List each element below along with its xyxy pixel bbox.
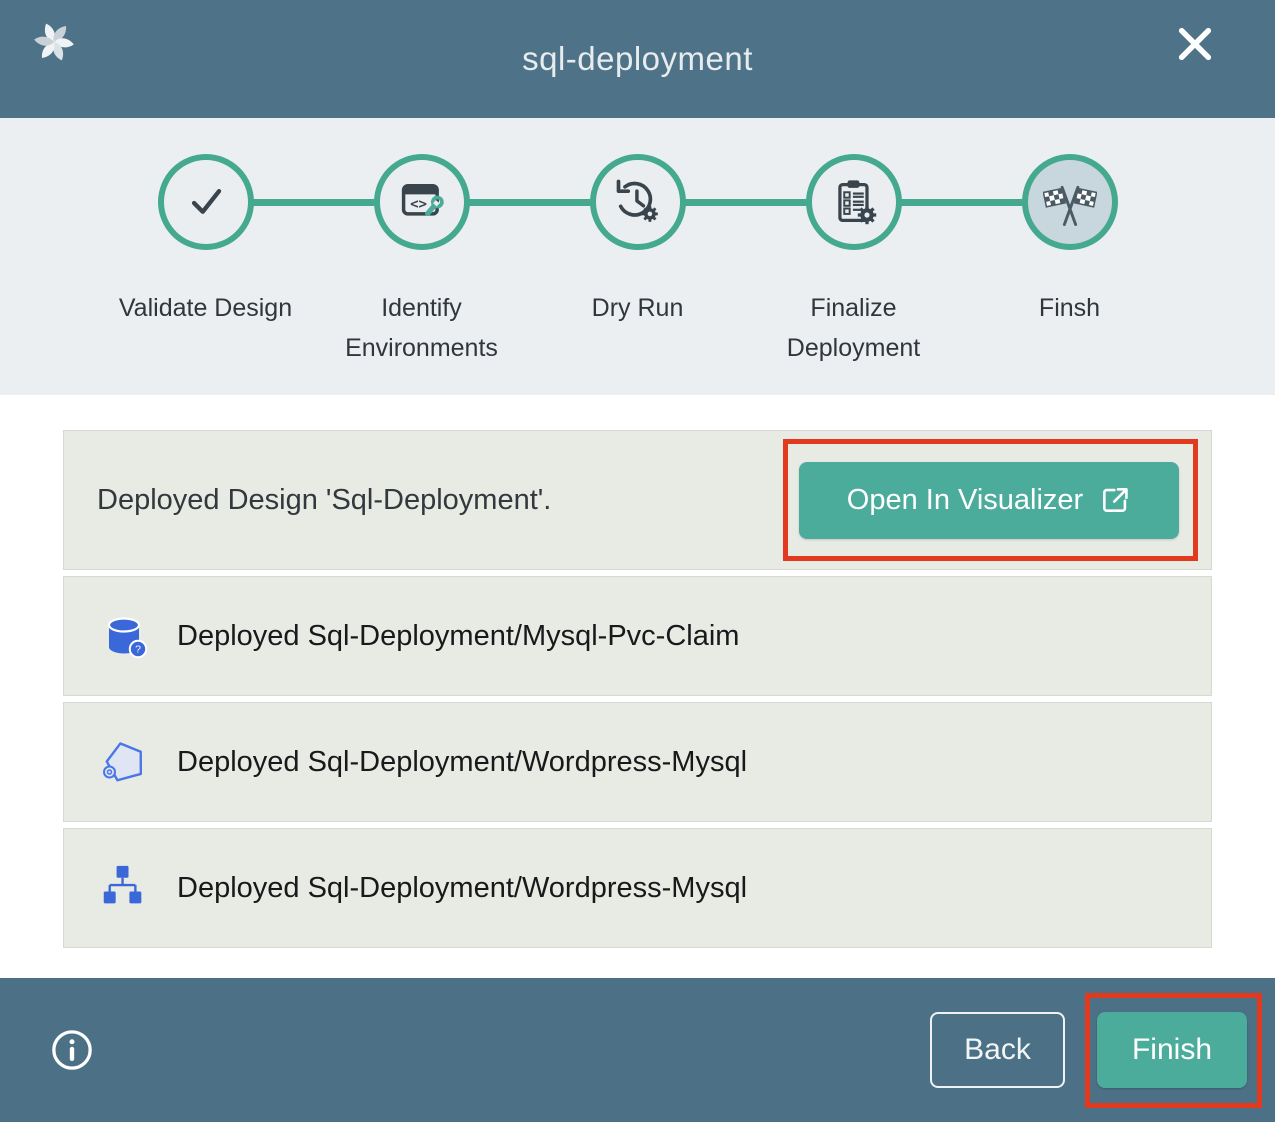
modal-footer: Back Finish <box>0 978 1275 1122</box>
svg-text:?: ? <box>135 644 141 656</box>
modal-title: sql-deployment <box>0 40 1275 78</box>
checkered-flags-icon <box>1022 154 1118 250</box>
hierarchy-icon <box>101 864 149 912</box>
step-label: Finalize Deployment <box>754 288 954 368</box>
step-validate-design[interactable]: Validate Design <box>98 154 314 368</box>
nirmata-swirl-logo-icon <box>26 14 82 70</box>
svg-text:<>: <> <box>410 197 427 213</box>
database-icon: ? <box>101 612 149 660</box>
clipboard-gear-icon <box>806 154 902 250</box>
step-dry-run[interactable]: Dry Run <box>530 154 746 368</box>
deployed-item-row: Deployed Sql-Deployment/Wordpress-Mysql <box>63 828 1212 948</box>
close-icon[interactable] <box>1173 22 1217 66</box>
deployed-item-text: Deployed Sql-Deployment/Wordpress-Mysql <box>177 746 747 779</box>
step-label: Validate Design <box>106 288 306 328</box>
deployment-wizard-modal: sql-deployment Validate Design <box>0 0 1275 1122</box>
external-link-icon <box>1099 484 1131 516</box>
step-label: Identify Environments <box>322 288 522 368</box>
info-icon[interactable] <box>50 1028 94 1072</box>
step-label: Finsh <box>970 288 1170 328</box>
component-pentagon-icon <box>101 738 149 786</box>
code-wrench-icon: <> <box>374 154 470 250</box>
dry-run-history-gear-icon <box>590 154 686 250</box>
deployment-summary-text: Deployed Design 'Sql-Deployment'. <box>97 484 551 517</box>
step-label: Dry Run <box>538 288 738 328</box>
wizard-stepper-section: Validate Design <> Identify <box>0 118 1275 395</box>
step-finish[interactable]: Finsh <box>962 154 1178 368</box>
deployment-results: Deployed Design 'Sql-Deployment'. Open I… <box>0 395 1275 978</box>
modal-header: sql-deployment <box>0 0 1275 118</box>
check-icon <box>158 154 254 250</box>
step-identify-environments[interactable]: <> Identify Environments <box>314 154 530 368</box>
open-in-visualizer-button[interactable]: Open In Visualizer <box>799 462 1179 539</box>
deployed-item-text: Deployed Sql-Deployment/Wordpress-Mysql <box>177 872 747 905</box>
finish-button[interactable]: Finish <box>1097 1012 1247 1088</box>
deployed-item-text: Deployed Sql-Deployment/Mysql-Pvc-Claim <box>177 620 739 653</box>
deployed-item-row: Deployed Sql-Deployment/Wordpress-Mysql <box>63 702 1212 822</box>
open-in-visualizer-label: Open In Visualizer <box>847 484 1083 517</box>
step-finalize-deployment[interactable]: Finalize Deployment <box>746 154 962 368</box>
stepper: Validate Design <> Identify <box>98 118 1178 368</box>
deployment-summary-row: Deployed Design 'Sql-Deployment'. Open I… <box>63 430 1212 570</box>
back-button[interactable]: Back <box>930 1012 1065 1088</box>
deployed-item-row: ? Deployed Sql-Deployment/Mysql-Pvc-Clai… <box>63 576 1212 696</box>
